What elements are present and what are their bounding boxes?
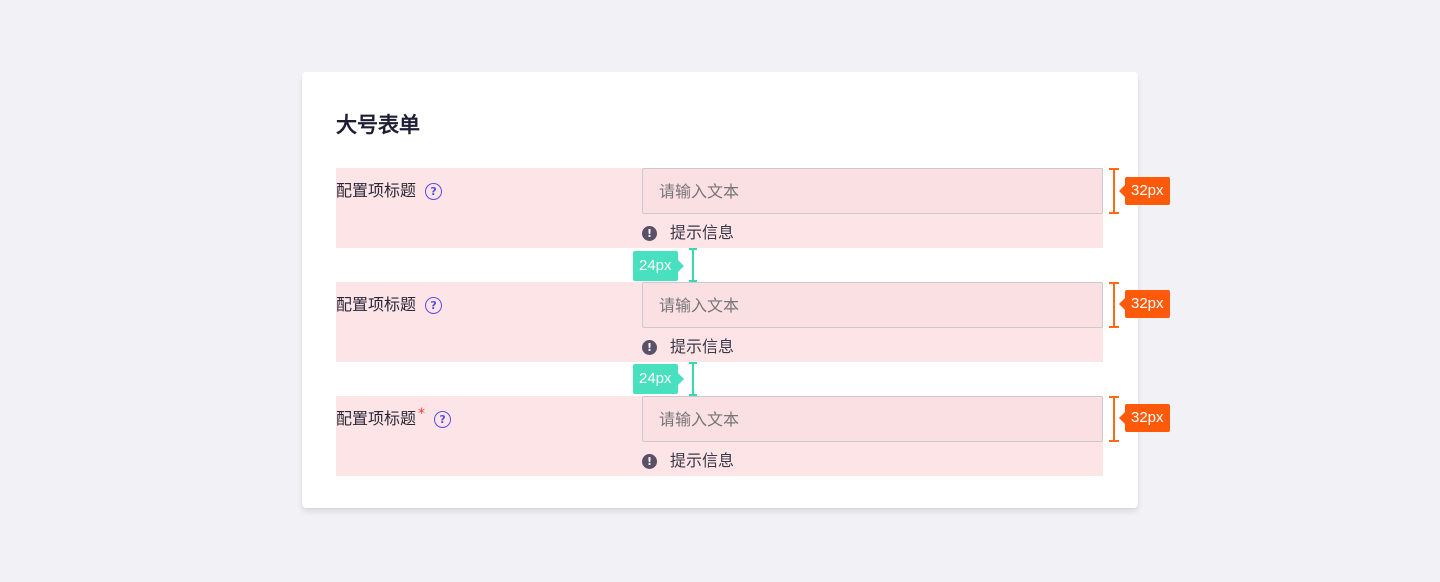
field-label: 配置项标题: [336, 181, 417, 200]
question-circle-icon[interactable]: ?: [425, 182, 443, 200]
form-row-label: 配置项标题 ?: [336, 294, 443, 316]
height-annotation-tag: 32px: [1119, 404, 1170, 432]
required-asterisk: *: [418, 406, 426, 422]
text-input-3[interactable]: [642, 396, 1103, 442]
text-input-1[interactable]: [642, 168, 1103, 214]
form-row-2: 配置项标题 ? ! 提示信息: [336, 282, 1103, 362]
exclamation-circle-icon: !: [642, 339, 657, 355]
height-annotation-tag: 32px: [1119, 290, 1170, 318]
hint-message: ! 提示信息: [642, 222, 734, 244]
height-measure-line: [1109, 168, 1119, 214]
field-label: 配置项标题: [336, 295, 417, 314]
hint-message: ! 提示信息: [642, 336, 734, 358]
hint-text: 提示信息: [670, 223, 735, 242]
text-input-2[interactable]: [642, 282, 1103, 328]
exclamation-circle-icon: !: [642, 225, 657, 241]
spacing-annotation-tag: 24px: [633, 364, 684, 394]
question-circle-icon[interactable]: ?: [434, 410, 452, 428]
spacing-annotation-tag: 24px: [633, 251, 684, 281]
form-title: 大号表单: [336, 113, 420, 137]
form-row-label: 配置项标题 * ?: [336, 406, 452, 430]
form-row-3: 配置项标题 * ? ! 提示信息: [336, 396, 1103, 476]
spacing-measure-line: [689, 362, 697, 396]
field-label: 配置项标题: [336, 409, 417, 428]
hint-message: ! 提示信息: [642, 450, 734, 472]
hint-text: 提示信息: [670, 451, 735, 470]
question-circle-icon[interactable]: ?: [425, 296, 443, 314]
exclamation-circle-icon: !: [642, 453, 657, 469]
hint-text: 提示信息: [670, 337, 735, 356]
height-measure-line: [1109, 282, 1119, 328]
spacing-measure-line: [689, 248, 697, 282]
form-row-label: 配置项标题 ?: [336, 180, 443, 202]
height-annotation-tag: 32px: [1119, 177, 1170, 205]
height-measure-line: [1109, 396, 1119, 442]
form-row-1: 配置项标题 ? ! 提示信息: [336, 168, 1103, 248]
